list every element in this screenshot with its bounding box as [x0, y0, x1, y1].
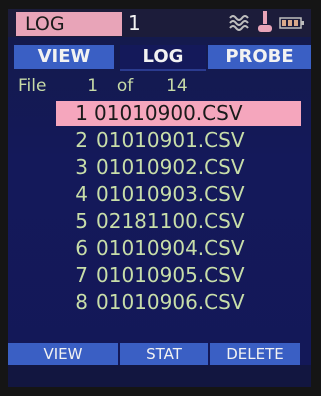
softkey-view-button[interactable]: VIEW [8, 343, 118, 365]
file-index: 5 [75, 209, 88, 233]
list-item[interactable]: 7 01010905.CSV [8, 263, 311, 288]
file-name: 01010902.CSV [96, 155, 245, 179]
list-item[interactable]: 8 01010906.CSV [8, 290, 311, 315]
counter-of: of [116, 76, 134, 96]
counter-label: File [18, 76, 47, 96]
list-item[interactable]: 1 01010900.CSV [56, 101, 301, 126]
status-bar: LOG 1 [8, 9, 311, 37]
probe-icon [257, 11, 273, 37]
current-file-number: 1 [128, 11, 141, 35]
list-item[interactable]: 3 01010902.CSV [8, 155, 311, 180]
counter-current: 1 [87, 76, 99, 96]
counter-total: 14 [166, 76, 188, 96]
active-tab-indicator [120, 69, 206, 71]
softkey-stat-button[interactable]: STAT [120, 343, 208, 365]
file-name: 01010906.CSV [96, 290, 245, 314]
tab-row: VIEW LOG PROBE [8, 45, 311, 69]
file-name: 01010905.CSV [96, 263, 245, 287]
file-name: 01010903.CSV [96, 182, 245, 206]
file-counter: File 1 of 14 [18, 75, 188, 97]
softkey-delete-button[interactable]: DELETE [210, 343, 300, 365]
list-item[interactable]: 6 01010904.CSV [8, 236, 311, 261]
list-item[interactable]: 2 01010901.CSV [8, 128, 311, 153]
file-name: 02181100.CSV [96, 209, 245, 233]
mode-label: LOG [16, 12, 122, 36]
file-index: 8 [75, 290, 88, 314]
tab-log[interactable]: LOG [120, 45, 206, 69]
battery-icon [279, 15, 305, 34]
file-index: 3 [75, 155, 88, 179]
device-screen: LOG 1 VIEW LOG PROBE File 1 of 14 1 0101… [8, 9, 311, 387]
file-index: 6 [75, 236, 88, 260]
list-item[interactable]: 5 02181100.CSV [8, 209, 311, 234]
bottom-strip [8, 365, 311, 387]
wave-icon [229, 13, 251, 35]
file-name: 01010900.CSV [94, 101, 243, 125]
list-item[interactable]: 4 01010903.CSV [8, 182, 311, 207]
tab-view[interactable]: VIEW [14, 45, 114, 69]
file-index: 7 [75, 263, 88, 287]
file-index: 1 [75, 101, 88, 125]
status-icons [229, 11, 305, 37]
file-name: 01010904.CSV [96, 236, 245, 260]
tab-probe[interactable]: PROBE [208, 45, 311, 69]
file-index: 4 [75, 182, 88, 206]
file-index: 2 [75, 128, 88, 152]
softkey-bar: VIEW STAT DELETE [8, 343, 311, 365]
file-name: 01010901.CSV [96, 128, 245, 152]
